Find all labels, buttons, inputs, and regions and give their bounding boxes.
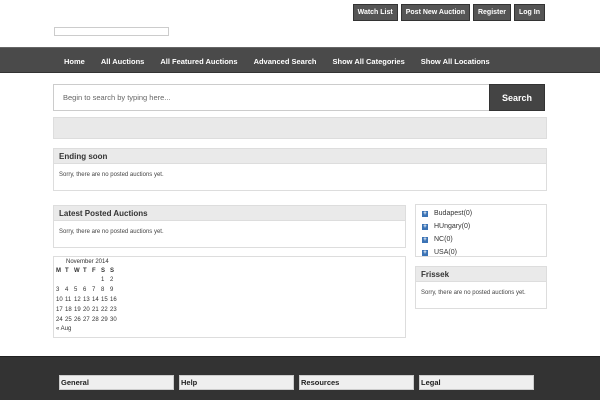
calendar-day: 1 [101,277,105,283]
footer-heading-resources: Resources [299,375,414,390]
weekday-header: F [92,267,96,274]
footer: General Help Resources Legal [0,356,600,400]
weekday-header: T [83,267,87,274]
post-new-auction-button[interactable]: Post New Auction [400,4,470,21]
calendar-week: 24 25 26 27 28 29 30 [56,315,119,325]
weekday-header: S [101,267,106,274]
calendar-day: 3 [56,287,60,293]
weekday-header: T [65,267,69,274]
calendar-day: 24 [56,317,63,323]
top-bar: Watch List Post New Auction Register Log… [0,0,600,47]
calendar-caption: November 2014 [66,259,109,265]
plus-icon: + [422,236,428,243]
location-label[interactable]: USA(0) [434,249,457,256]
calendar-day: 28 [92,317,99,323]
calendar-day: 29 [101,317,108,323]
footer-heading-help: Help [179,375,294,390]
calendar-day [92,275,101,285]
location-item[interactable]: + HUngary(0) [422,220,540,233]
weekday-header: W [74,267,80,274]
panel-title: Frissek [416,267,546,282]
nav-item-all-auctions[interactable]: All Auctions [93,57,152,66]
calendar-day: 2 [110,277,114,283]
calendar-day: 14 [92,297,99,303]
search-button[interactable]: Search [489,84,545,111]
panel-title: Ending soon [54,149,546,164]
nav-item-home[interactable]: Home [56,57,93,66]
nav-item-show-all-locations[interactable]: Show All Locations [413,57,498,66]
calendar-day: 22 [101,307,108,313]
calendar-week: 3 4 5 6 7 8 9 [56,285,119,295]
weekday-header: S [110,267,115,274]
calendar-widget: November 2014 M T W T F S S 1 2 3 4 5 6 … [53,256,406,338]
calendar-day: 10 [56,297,63,303]
calendar-day: 13 [83,297,90,303]
location-item[interactable]: + USA(0) [422,246,540,259]
calendar-week: 1 2 [56,275,119,285]
nav-item-show-all-categories[interactable]: Show All Categories [325,57,413,66]
calendar-day: 6 [83,287,87,293]
panel-message: Sorry, there are no posted auctions yet. [421,290,526,296]
panel-message: Sorry, there are no posted auctions yet. [59,172,164,178]
calendar-day [83,275,92,285]
nav-item-all-featured-auctions[interactable]: All Featured Auctions [152,57,245,66]
calendar-day: 23 [110,307,117,313]
location-item[interactable]: + Budapest(0) [422,207,540,220]
plus-icon: + [422,210,428,217]
calendar-day: 19 [74,307,81,313]
watch-list-button[interactable]: Watch List [352,4,398,21]
ending-soon-panel: Ending soon Sorry, there are no posted a… [53,148,547,191]
frissek-panel: Frissek Sorry, there are no posted aucti… [415,266,547,309]
plus-icon: + [422,223,428,230]
calendar-day: 16 [110,297,117,303]
calendar-day [65,275,74,285]
calendar-day: 5 [74,287,78,293]
calendar-day: 18 [65,307,72,313]
calendar-day: 11 [65,297,72,303]
search-input[interactable]: Begin to search by typing here... [53,84,490,111]
calendar-table: M T W T F S S 1 2 3 4 5 6 7 8 9 10 11 12… [56,266,119,325]
weekday-header: M [56,267,61,274]
plus-icon: + [422,249,428,256]
footer-heading-legal: Legal [419,375,534,390]
calendar-day: 25 [65,317,72,323]
calendar-day: 8 [101,287,105,293]
calendar-day: 12 [74,297,81,303]
calendar-day [56,275,65,285]
calendar-day: 21 [92,307,99,313]
panel-message: Sorry, there are no posted auctions yet. [59,229,164,235]
location-label[interactable]: Budapest(0) [434,210,472,217]
main-nav: Home All Auctions All Featured Auctions … [0,47,600,73]
locations-list: + Budapest(0) + HUngary(0) + NC(0) + USA… [415,204,547,257]
location-item[interactable]: + NC(0) [422,233,540,246]
footer-heading-general: General [59,375,174,390]
calendar-day: 30 [110,317,117,323]
nav-item-advanced-search[interactable]: Advanced Search [246,57,325,66]
panel-title: Latest Posted Auctions [54,206,405,221]
log-in-button[interactable]: Log In [514,4,545,21]
calendar-day: 27 [83,317,90,323]
search-bar: Begin to search by typing here... Search [53,84,545,111]
calendar-day: 7 [92,287,96,293]
site-logo[interactable] [54,27,169,36]
calendar-day: 9 [110,287,114,293]
calendar-week: 17 18 19 20 21 22 23 [56,305,119,315]
calendar-prev-month-link[interactable]: « Aug [56,326,403,332]
location-label[interactable]: HUngary(0) [434,223,470,230]
location-label[interactable]: NC(0) [434,236,453,243]
account-actions: Watch List Post New Auction Register Log… [352,4,545,21]
calendar-day: 15 [101,297,108,303]
calendar-day: 17 [56,307,63,313]
register-button[interactable]: Register [472,4,511,21]
calendar-day: 20 [83,307,90,313]
featured-strip [53,117,547,139]
latest-auctions-panel: Latest Posted Auctions Sorry, there are … [53,205,406,248]
calendar-day: 4 [65,287,69,293]
calendar-day [74,275,83,285]
calendar-week: 10 11 12 13 14 15 16 [56,295,119,305]
calendar-day: 26 [74,317,81,323]
